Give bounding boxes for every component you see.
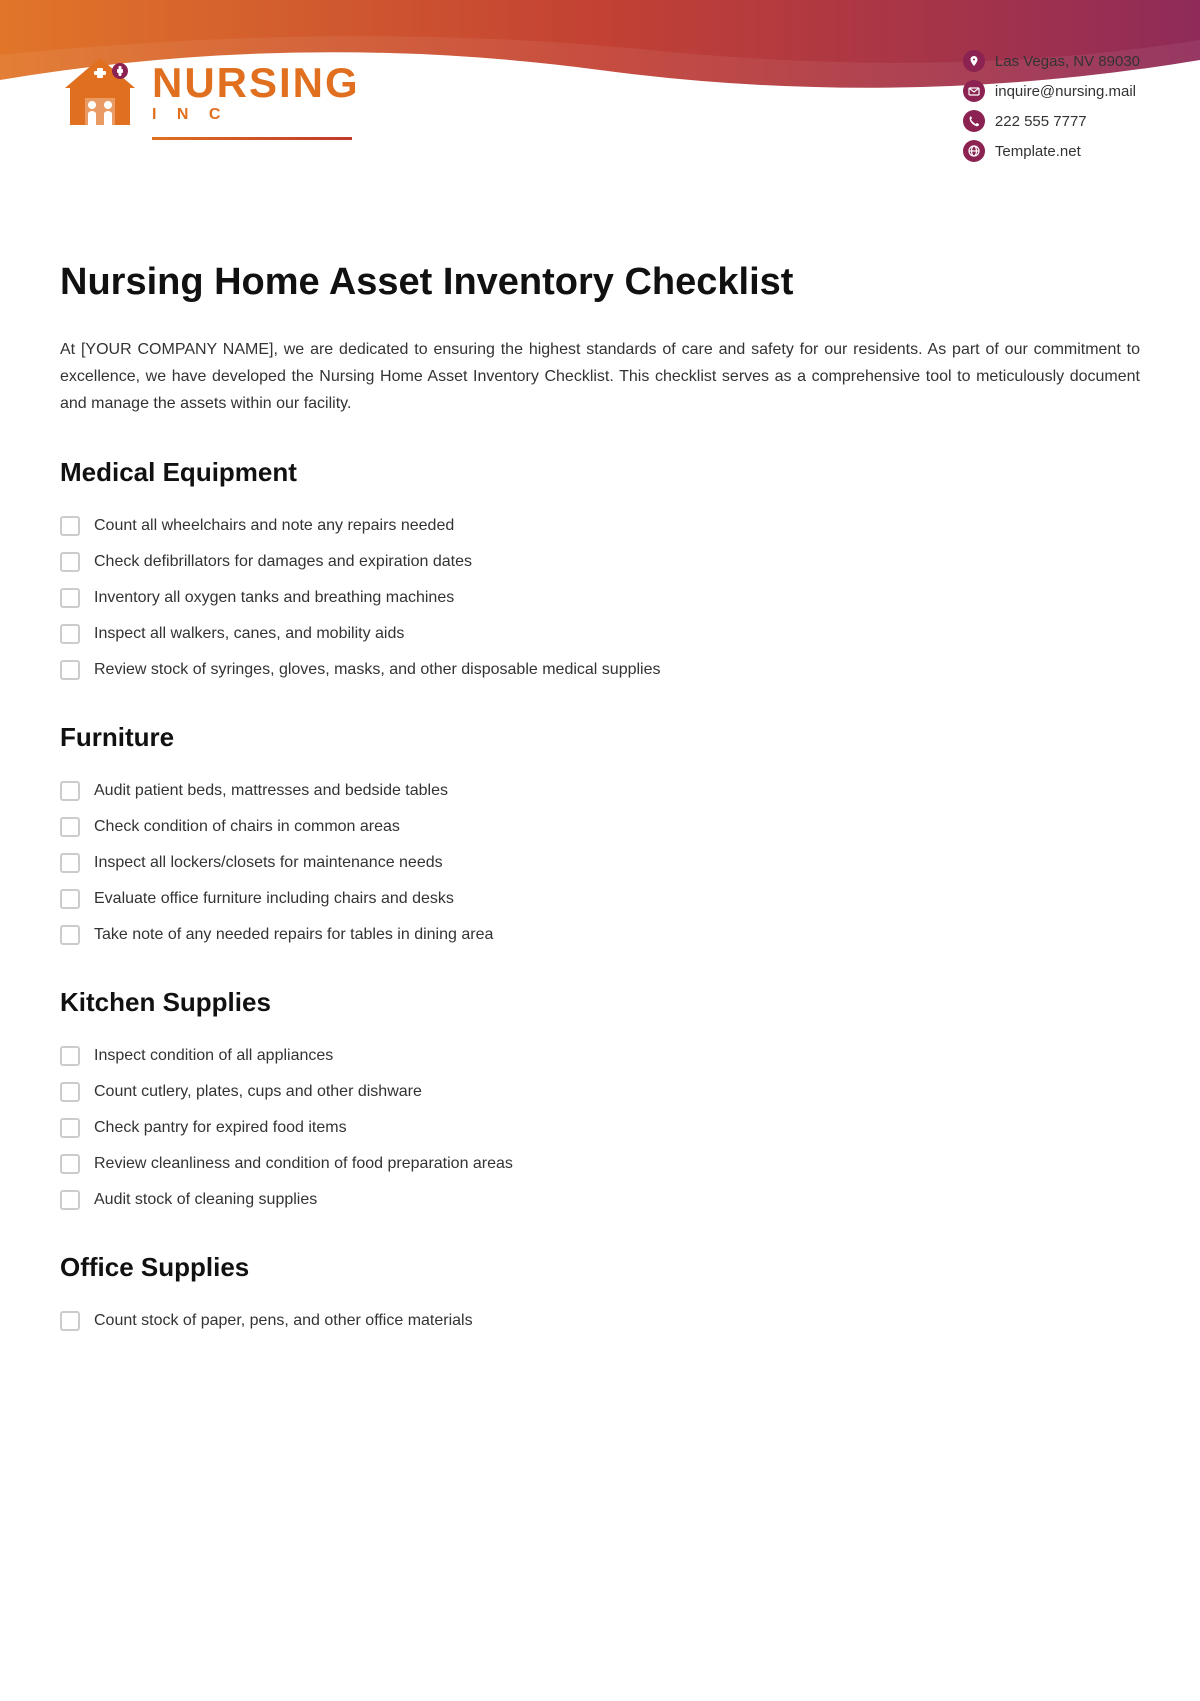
checklist-item-text: Inspect condition of all appliances: [94, 1044, 333, 1068]
checklist-item-text: Check condition of chairs in common area…: [94, 815, 400, 839]
logo-underline: [152, 137, 352, 140]
checkbox[interactable]: [60, 624, 80, 644]
checklist-item-text: Inspect all lockers/closets for maintena…: [94, 851, 443, 875]
checklist-item-text: Audit patient beds, mattresses and bedsi…: [94, 779, 448, 803]
logo-text-group: NURSING I N C: [152, 62, 360, 124]
checklist-item-text: Evaluate office furniture including chai…: [94, 887, 454, 911]
checkbox[interactable]: [60, 781, 80, 801]
checkbox[interactable]: [60, 817, 80, 837]
list-item: Count all wheelchairs and note any repai…: [60, 514, 1140, 538]
checklist-item-text: Review cleanliness and condition of food…: [94, 1152, 513, 1176]
checklist-item-text: Count stock of paper, pens, and other of…: [94, 1309, 473, 1333]
checkbox[interactable]: [60, 1082, 80, 1102]
checklist-item-text: Count all wheelchairs and note any repai…: [94, 514, 454, 538]
logo-inc-text: I N C: [152, 106, 360, 124]
checkbox[interactable]: [60, 588, 80, 608]
logo-area: NURSING I N C: [60, 53, 360, 140]
checkbox[interactable]: [60, 552, 80, 572]
main-content: Nursing Home Asset Inventory Checklist A…: [0, 220, 1200, 1433]
list-item: Check pantry for expired food items: [60, 1116, 1140, 1140]
checkbox[interactable]: [60, 889, 80, 909]
checklist-item-text: Check pantry for expired food items: [94, 1116, 347, 1140]
website-text: Template.net: [995, 143, 1081, 160]
list-item: Count cutlery, plates, cups and other di…: [60, 1080, 1140, 1104]
nursing-logo-icon: [60, 53, 140, 133]
location-icon: [963, 50, 985, 72]
checklist-item-text: Review stock of syringes, gloves, masks,…: [94, 658, 661, 682]
list-item: Take note of any needed repairs for tabl…: [60, 923, 1140, 947]
logo-icon-text: NURSING I N C: [60, 53, 360, 133]
section-title-office-supplies: Office Supplies: [60, 1252, 1140, 1291]
address-text: Las Vegas, NV 89030: [995, 53, 1140, 70]
logo-nursing-text: NURSING: [152, 62, 360, 104]
list-item: Check defibrillators for damages and exp…: [60, 550, 1140, 574]
section-medical-equipment: Medical Equipment Count all wheelchairs a…: [60, 457, 1140, 682]
contact-website: Template.net: [963, 140, 1140, 162]
list-item: Audit stock of cleaning supplies: [60, 1188, 1140, 1212]
section-kitchen-supplies: Kitchen Supplies Inspect condition of all…: [60, 987, 1140, 1212]
checklist-item-text: Audit stock of cleaning supplies: [94, 1188, 317, 1212]
section-furniture: Furniture Audit patient beds, mattresses …: [60, 722, 1140, 947]
checklist-medical-equipment: Count all wheelchairs and note any repai…: [60, 514, 1140, 682]
checkbox[interactable]: [60, 1154, 80, 1174]
checkbox[interactable]: [60, 853, 80, 873]
header: NURSING I N C Las Vegas, NV 89030: [0, 0, 1200, 220]
checkbox[interactable]: [60, 1118, 80, 1138]
section-office-supplies: Office Supplies Count stock of paper, pen…: [60, 1252, 1140, 1333]
checkbox[interactable]: [60, 516, 80, 536]
email-icon: [963, 80, 985, 102]
checklist-item-text: Check defibrillators for damages and exp…: [94, 550, 472, 574]
list-item: Audit patient beds, mattresses and bedsi…: [60, 779, 1140, 803]
phone-text: 222 555 7777: [995, 113, 1087, 130]
checklist-item-text: Count cutlery, plates, cups and other di…: [94, 1080, 422, 1104]
intro-paragraph: At [YOUR COMPANY NAME], we are dedicated…: [60, 336, 1140, 418]
sections-container: Medical Equipment Count all wheelchairs a…: [60, 457, 1140, 1333]
checkbox[interactable]: [60, 1046, 80, 1066]
list-item: Check condition of chairs in common area…: [60, 815, 1140, 839]
contact-address: Las Vegas, NV 89030: [963, 50, 1140, 72]
section-title-kitchen-supplies: Kitchen Supplies: [60, 987, 1140, 1026]
phone-icon: [963, 110, 985, 132]
web-icon: [963, 140, 985, 162]
list-item: Review cleanliness and condition of food…: [60, 1152, 1140, 1176]
email-text: inquire@nursing.mail: [995, 83, 1136, 100]
list-item: Review stock of syringes, gloves, masks,…: [60, 658, 1140, 682]
document-title: Nursing Home Asset Inventory Checklist: [60, 260, 1140, 306]
checklist-kitchen-supplies: Inspect condition of all appliances Count…: [60, 1044, 1140, 1212]
section-title-medical-equipment: Medical Equipment: [60, 457, 1140, 496]
list-item: Inspect condition of all appliances: [60, 1044, 1140, 1068]
header-content: NURSING I N C Las Vegas, NV 89030: [0, 0, 1200, 182]
section-title-furniture: Furniture: [60, 722, 1140, 761]
checkbox[interactable]: [60, 660, 80, 680]
checkbox[interactable]: [60, 1311, 80, 1331]
contact-phone: 222 555 7777: [963, 110, 1140, 132]
list-item: Evaluate office furniture including chai…: [60, 887, 1140, 911]
checklist-item-text: Inventory all oxygen tanks and breathing…: [94, 586, 454, 610]
checklist-item-text: Take note of any needed repairs for tabl…: [94, 923, 493, 947]
list-item: Inspect all walkers, canes, and mobility…: [60, 622, 1140, 646]
checklist-item-text: Inspect all walkers, canes, and mobility…: [94, 622, 404, 646]
contact-info: Las Vegas, NV 89030 inquire@nursing.mail: [963, 30, 1140, 162]
checklist-office-supplies: Count stock of paper, pens, and other of…: [60, 1309, 1140, 1333]
list-item: Count stock of paper, pens, and other of…: [60, 1309, 1140, 1333]
list-item: Inspect all lockers/closets for maintena…: [60, 851, 1140, 875]
checklist-furniture: Audit patient beds, mattresses and bedsi…: [60, 779, 1140, 947]
checkbox[interactable]: [60, 1190, 80, 1210]
checkbox[interactable]: [60, 925, 80, 945]
contact-email: inquire@nursing.mail: [963, 80, 1140, 102]
list-item: Inventory all oxygen tanks and breathing…: [60, 586, 1140, 610]
